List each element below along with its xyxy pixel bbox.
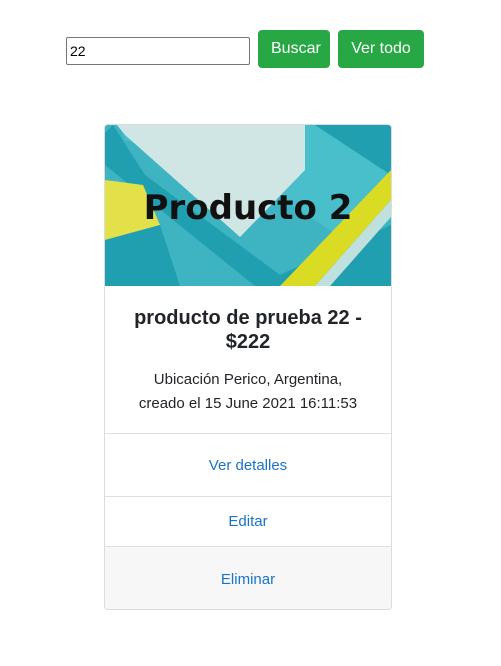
view-all-button[interactable]: Ver todo xyxy=(338,30,424,68)
details-row: Ver detalles xyxy=(105,434,391,497)
product-location: Ubicación Perico, Argentina, xyxy=(153,371,343,388)
search-button[interactable]: Buscar xyxy=(258,30,330,68)
search-bar: Buscar Ver todo xyxy=(66,30,424,68)
view-details-link[interactable]: Ver detalles xyxy=(209,457,287,474)
product-image: Producto 2 xyxy=(105,125,391,286)
card-body: producto de prueba 22 - $222 Ubicación P… xyxy=(105,286,391,434)
product-created-date: creado el 15 June 2021 16:11:53 xyxy=(138,395,358,412)
card-footer: Eliminar xyxy=(105,547,391,609)
edit-link[interactable]: Editar xyxy=(228,513,267,530)
product-image-text: Producto 2 xyxy=(144,188,353,228)
product-title: producto de prueba 22 - $222 xyxy=(134,307,362,353)
edit-row: Editar xyxy=(105,497,391,547)
search-input[interactable] xyxy=(66,37,250,65)
product-card: Producto 2 producto de prueba 22 - $222 … xyxy=(104,124,392,610)
page: Buscar Ver todo Producto 2 producto de p… xyxy=(0,0,501,666)
delete-link[interactable]: Eliminar xyxy=(221,571,275,588)
